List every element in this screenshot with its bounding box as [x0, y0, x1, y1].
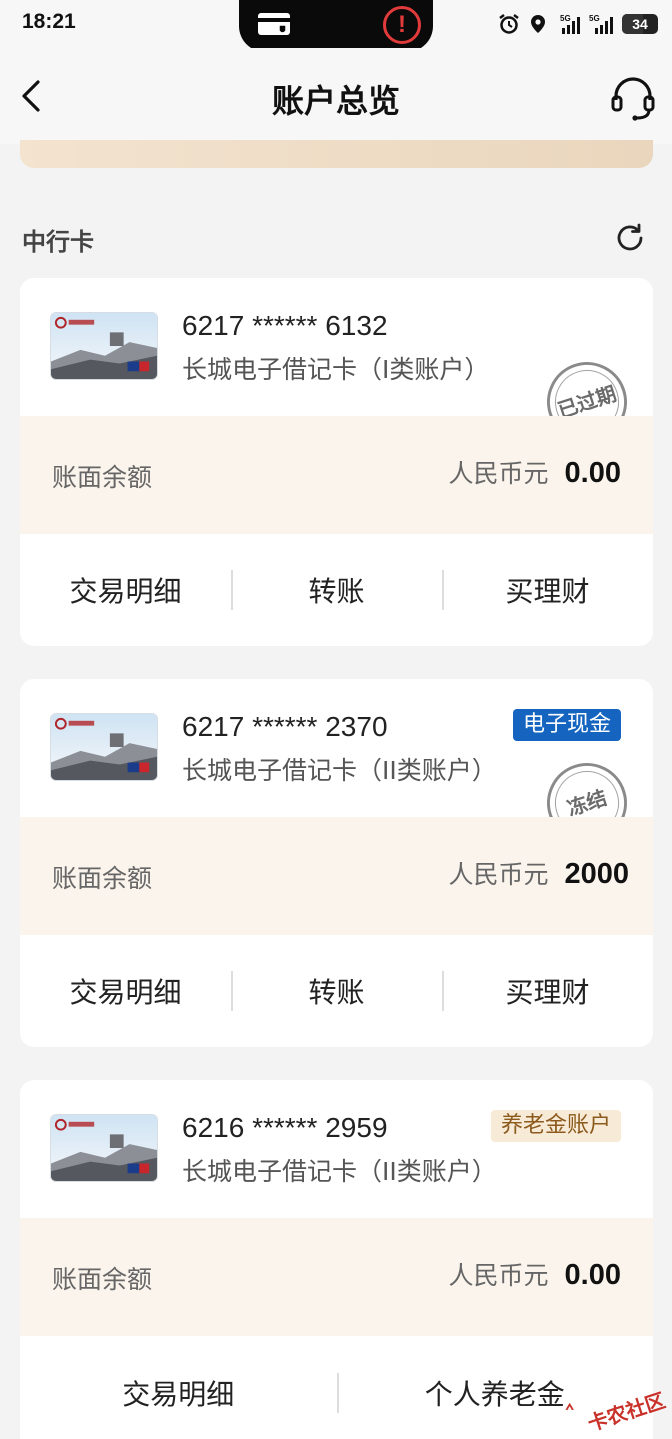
- dynamic-island: !: [239, 0, 433, 52]
- pension-account-tag[interactable]: 养老金账户: [490, 1110, 621, 1142]
- transactions-button[interactable]: 交易明细: [20, 570, 231, 610]
- currency-label: 人民币元: [448, 860, 549, 889]
- card-number: 6217 ****** 2370: [182, 711, 388, 742]
- balance-row: 账面余额 人民币元 0.00: [20, 416, 653, 534]
- wallet-card-icon: [258, 13, 290, 35]
- balance-amount: 2000: [564, 858, 629, 890]
- battery-level: 34: [632, 16, 648, 32]
- card-actions: 交易明细 转账 买理财: [20, 534, 653, 646]
- balance-label: 账面余额: [52, 1265, 153, 1294]
- status-time: 18:21: [22, 10, 76, 33]
- status-bar: 18:21 ! 5G 5G 34: [0, 0, 672, 52]
- app-header: 账户总览: [0, 48, 672, 144]
- balance-row: 账面余额 人民币元 0.00: [20, 1218, 653, 1336]
- currency-label: 人民币元: [448, 1261, 549, 1290]
- card-number: 6217 ****** 6132: [182, 310, 388, 341]
- status-icons: 5G 5G 34: [498, 12, 658, 36]
- transactions-button[interactable]: 交易明细: [20, 1373, 337, 1413]
- svg-text:5G: 5G: [560, 14, 571, 23]
- card-actions: 交易明细 个人养老金: [20, 1336, 653, 1439]
- balance-amount: 0.00: [564, 1259, 621, 1291]
- account-card[interactable]: 6216 ****** 2959 长城电子借记卡（II类账户） 养老金账户 账面…: [20, 1080, 653, 1439]
- alarm-icon: [499, 14, 519, 34]
- card-type: 长城电子借记卡（I类账户）: [182, 355, 490, 384]
- balance-amount: 0.00: [564, 457, 621, 489]
- e-cash-tag[interactable]: 电子现金: [512, 709, 621, 741]
- page-title: 账户总览: [271, 82, 400, 120]
- signal-5g-icon: 5G: [560, 14, 580, 34]
- headset-icon[interactable]: [608, 72, 658, 122]
- card-type: 长城电子借记卡（II类账户）: [182, 1157, 497, 1186]
- buy-wealth-button[interactable]: 买理财: [442, 570, 653, 610]
- card-number: 6216 ****** 2959: [182, 1112, 388, 1143]
- balance-row: 账面余额 人民币元 2000: [20, 817, 653, 935]
- location-icon: [531, 15, 545, 33]
- transactions-button[interactable]: 交易明细: [20, 971, 231, 1011]
- card-thumbnail: [50, 713, 158, 781]
- card-type: 长城电子借记卡（II类账户）: [182, 756, 497, 785]
- banner-edge[interactable]: [20, 140, 653, 168]
- transfer-button[interactable]: 转账: [231, 971, 442, 1011]
- balance-label: 账面余额: [52, 463, 153, 492]
- battery-icon: 34: [622, 14, 658, 34]
- refresh-icon[interactable]: [614, 222, 646, 254]
- account-card[interactable]: 6217 ****** 6132 长城电子借记卡（I类账户） 已过期 账面余额 …: [20, 278, 653, 646]
- account-card[interactable]: 6217 ****** 2370 长城电子借记卡（II类账户） 电子现金 冻结 …: [20, 679, 653, 1047]
- signal-5g-icon: 5G: [589, 14, 613, 34]
- card-thumbnail: [50, 1114, 158, 1182]
- section-title: 中行卡: [22, 228, 94, 256]
- alert-icon: !: [383, 6, 421, 44]
- currency-label: 人民币元: [448, 459, 549, 488]
- transfer-button[interactable]: 转账: [231, 570, 442, 610]
- card-thumbnail: [50, 312, 158, 380]
- balance-label: 账面余额: [52, 864, 153, 893]
- card-actions: 交易明细 转账 买理财: [20, 935, 653, 1047]
- buy-wealth-button[interactable]: 买理财: [442, 971, 653, 1011]
- svg-text:5G: 5G: [589, 14, 600, 23]
